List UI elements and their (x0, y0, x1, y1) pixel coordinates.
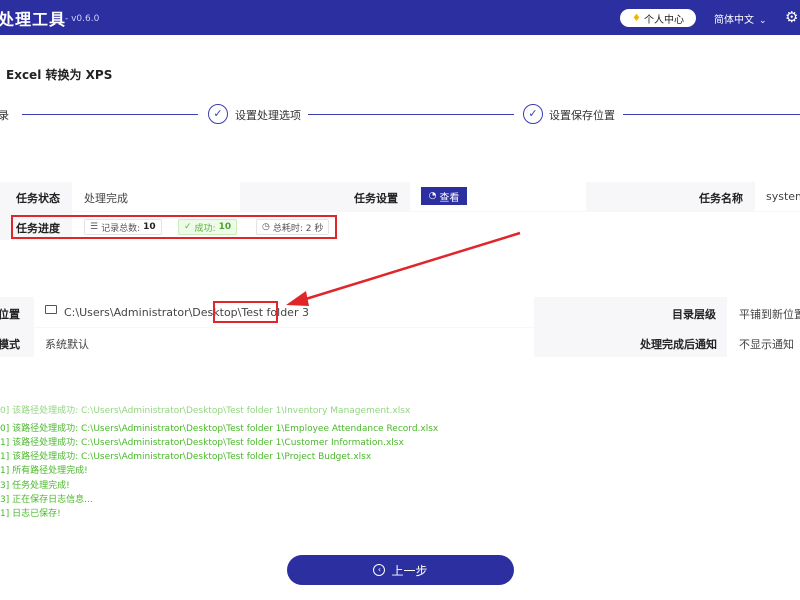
previous-step-button[interactable]: ‹ 上一步 (287, 555, 514, 585)
log-line: 3] 任务处理完成! (0, 481, 70, 491)
log-line: 1] 该路径处理成功: C:\Users\Administrator\Deskt… (0, 438, 404, 448)
log-line: 1] 日志已保存! (0, 509, 61, 519)
chevron-left-icon: ‹ (373, 564, 386, 576)
log-line: 0] 该路径处理成功: C:\Users\Administrator\Deskt… (0, 424, 439, 434)
log-line: 3] 正在保存日志信息... (0, 495, 93, 505)
annotation-arrow (286, 231, 521, 306)
log-line: 1] 所有路径处理完成! (0, 466, 88, 476)
previous-step-label: 上一步 (391, 563, 428, 578)
log-line: 1] 该路径处理成功: C:\Users\Administrator\Deskt… (0, 452, 372, 462)
log-line: 0] 该路径处理成功: C:\Users\Administrator\Deskt… (0, 406, 411, 416)
